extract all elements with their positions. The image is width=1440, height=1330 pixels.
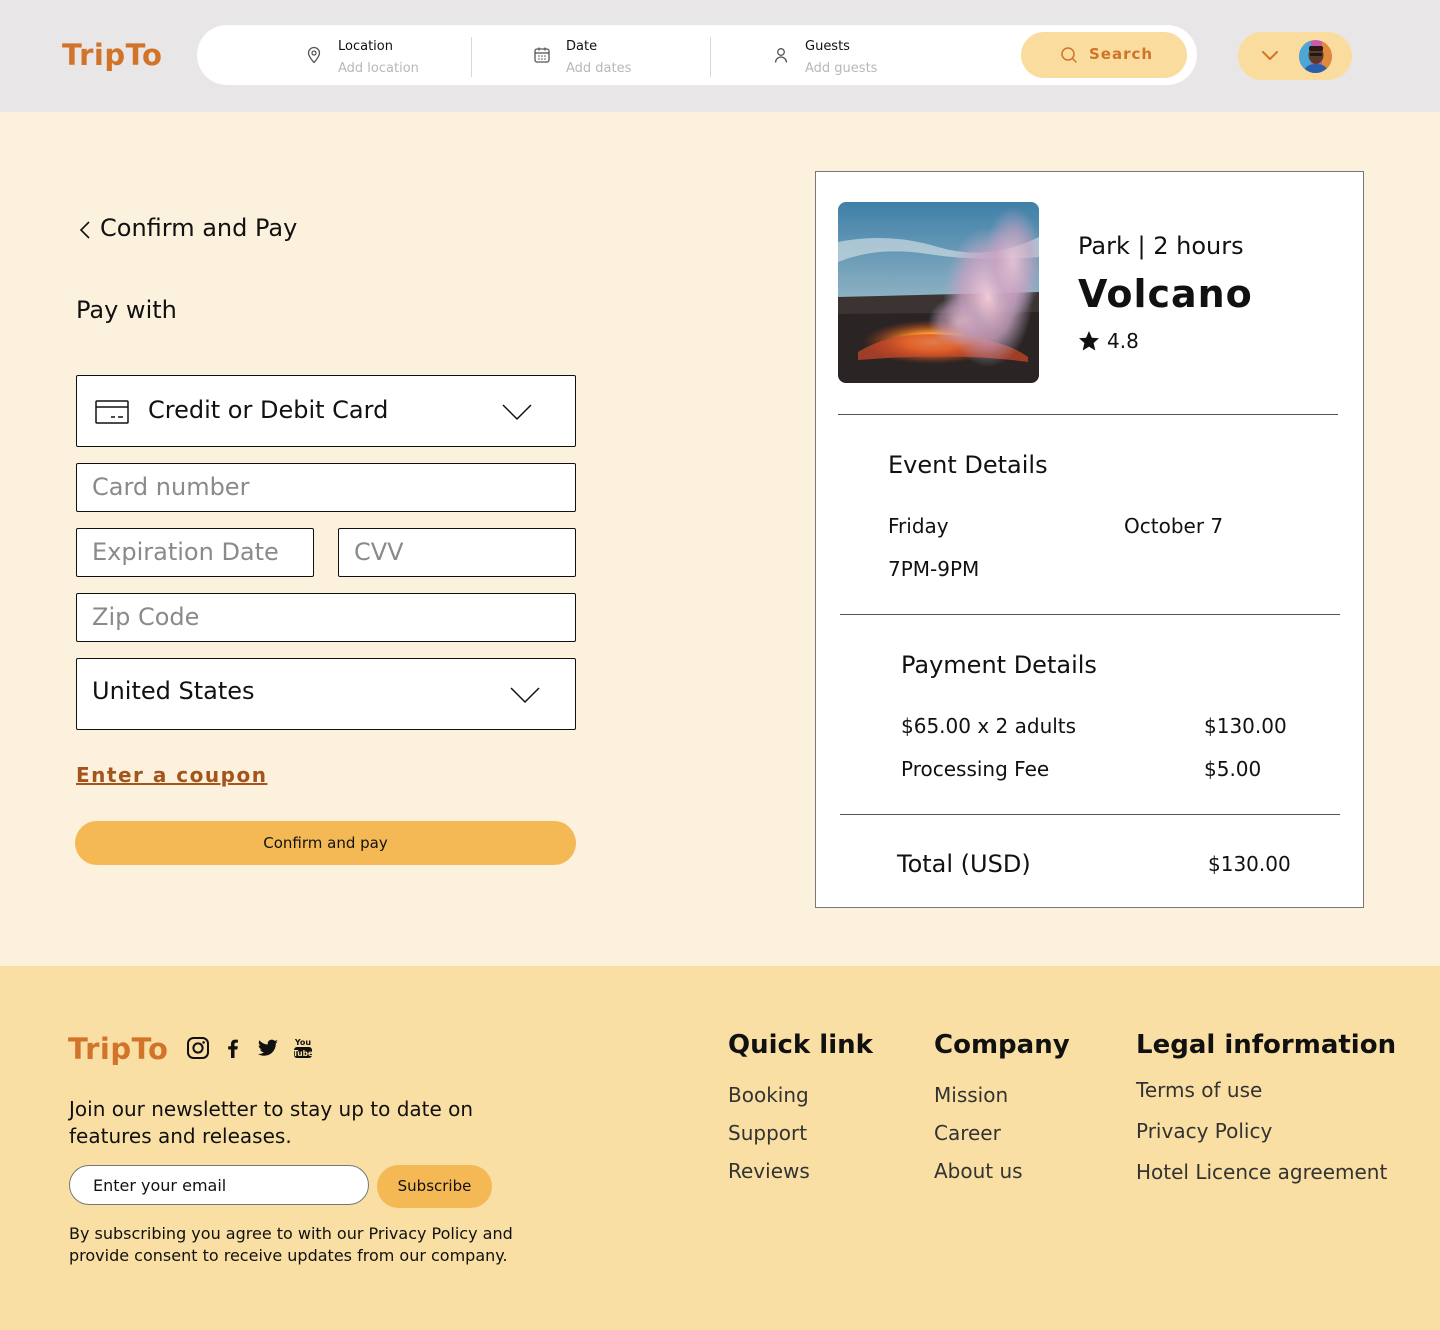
search-bar: Location Add location Date Add dates Gue…	[197, 25, 1197, 85]
location-placeholder: Add location	[338, 61, 419, 76]
zip-code-field[interactable]: Zip Code	[76, 593, 576, 642]
divider	[838, 414, 1338, 415]
volcano-image	[838, 202, 1039, 383]
newsletter-text: Join our newsletter to stay up to date o…	[69, 1097, 474, 1148]
confirm-and-pay-button[interactable]: Confirm and pay	[75, 821, 576, 865]
card-number-field[interactable]: Card number	[76, 463, 576, 512]
footer-link-career[interactable]: Career	[934, 1121, 1001, 1145]
chevron-left-icon[interactable]	[76, 219, 94, 241]
location-pin-icon	[307, 46, 321, 64]
event-time: 7PM-9PM	[888, 557, 980, 581]
page-title: Confirm and Pay	[100, 214, 298, 242]
footer-link-terms-of-use[interactable]: Terms of use	[1136, 1078, 1262, 1102]
payment-method-value: Credit or Debit Card	[148, 396, 389, 424]
footer: TripTo You Tube Join our newsletter to s…	[0, 966, 1440, 1330]
country-value: United States	[92, 677, 255, 705]
footer-link-hotel-licence-agreement[interactable]: Hotel Licence agreement	[1136, 1160, 1387, 1184]
search-icon	[1061, 47, 1077, 63]
avatar	[1299, 40, 1332, 73]
avatar-image	[1299, 40, 1332, 73]
search-button[interactable]: Search	[1021, 32, 1187, 78]
date-segment[interactable]: Date Add dates	[532, 37, 682, 77]
date-placeholder: Add dates	[566, 61, 632, 76]
cvv-placeholder: CVV	[354, 538, 404, 566]
footer-link-about-us[interactable]: About us	[934, 1159, 1023, 1183]
expiration-date-field[interactable]: Expiration Date	[76, 528, 314, 577]
guests-placeholder: Add guests	[805, 61, 878, 76]
enter-coupon-link[interactable]: Enter a coupon	[76, 763, 267, 787]
total-label: Total (USD)	[897, 850, 1031, 878]
header-logo[interactable]: TripTo	[62, 38, 162, 72]
top-header: TripTo Location Add location Date Add da…	[0, 0, 1440, 112]
youtube-icon[interactable]: You Tube	[291, 1036, 315, 1060]
card-number-placeholder: Card number	[92, 473, 250, 501]
booking-summary-card: Park | 2 hours Volcano 4.8 Event Details…	[815, 171, 1364, 908]
line-item-amount: $130.00	[1204, 714, 1287, 738]
total-amount: $130.00	[1208, 852, 1291, 876]
user-icon	[774, 48, 788, 63]
expiration-date-placeholder: Expiration Date	[92, 538, 279, 566]
line-item-amount: $5.00	[1204, 757, 1262, 781]
line-item-label: Processing Fee	[901, 757, 1050, 781]
chevron-down-icon	[1262, 51, 1278, 60]
location-segment[interactable]: Location Add location	[304, 37, 464, 77]
credit-card-icon	[95, 400, 129, 424]
payment-details-title: Payment Details	[901, 651, 1097, 679]
location-label: Location	[338, 39, 393, 54]
cvv-field[interactable]: CVV	[338, 528, 576, 577]
chevron-down-icon	[510, 687, 540, 704]
subscribe-button[interactable]: Subscribe	[377, 1165, 492, 1208]
line-item-label: $65.00 x 2 adults	[901, 714, 1077, 738]
rating-value: 4.8	[1107, 329, 1139, 353]
footer-link-privacy-policy[interactable]: Privacy Policy	[1136, 1119, 1272, 1143]
legal-information-title: Legal information	[1136, 1030, 1397, 1060]
footer-link-booking[interactable]: Booking	[728, 1083, 809, 1107]
email-placeholder: Enter your email	[93, 1176, 227, 1195]
zip-code-placeholder: Zip Code	[92, 603, 200, 631]
search-button-label: Search	[1089, 45, 1154, 63]
calendar-icon	[534, 47, 550, 63]
email-field[interactable]: Enter your email	[69, 1165, 369, 1205]
instagram-icon[interactable]	[186, 1036, 210, 1060]
twitter-icon[interactable]	[256, 1036, 280, 1060]
consent-text: By subscribing you agree to with our Pri…	[69, 1224, 513, 1265]
guests-label: Guests	[805, 39, 850, 54]
event-day: Friday	[888, 514, 949, 538]
svg-text:You: You	[294, 1038, 312, 1047]
event-date: October 7	[1124, 514, 1224, 538]
country-select[interactable]: United States	[76, 658, 576, 730]
company-title: Company	[934, 1030, 1070, 1060]
user-menu[interactable]	[1238, 32, 1352, 80]
event-meta: Park | 2 hours	[1078, 232, 1244, 260]
event-name: Volcano	[1078, 272, 1253, 316]
date-label: Date	[566, 39, 598, 54]
footer-link-mission[interactable]: Mission	[934, 1083, 1008, 1107]
pay-with-heading: Pay with	[76, 296, 177, 324]
footer-logo[interactable]: TripTo	[68, 1032, 168, 1066]
payment-method-select[interactable]: Credit or Debit Card	[76, 375, 576, 447]
divider	[840, 814, 1340, 815]
facebook-icon[interactable]	[221, 1036, 245, 1060]
search-divider	[710, 37, 711, 77]
quick-link-title: Quick link	[728, 1030, 873, 1060]
footer-link-reviews[interactable]: Reviews	[728, 1159, 810, 1183]
svg-text:Tube: Tube	[293, 1049, 313, 1058]
footer-link-support[interactable]: Support	[728, 1121, 807, 1145]
guests-segment[interactable]: Guests Add guests	[771, 37, 921, 77]
divider	[840, 614, 1340, 615]
search-divider	[471, 37, 472, 77]
chevron-down-icon	[502, 404, 532, 421]
star-icon	[1079, 331, 1099, 351]
event-details-title: Event Details	[888, 451, 1048, 479]
